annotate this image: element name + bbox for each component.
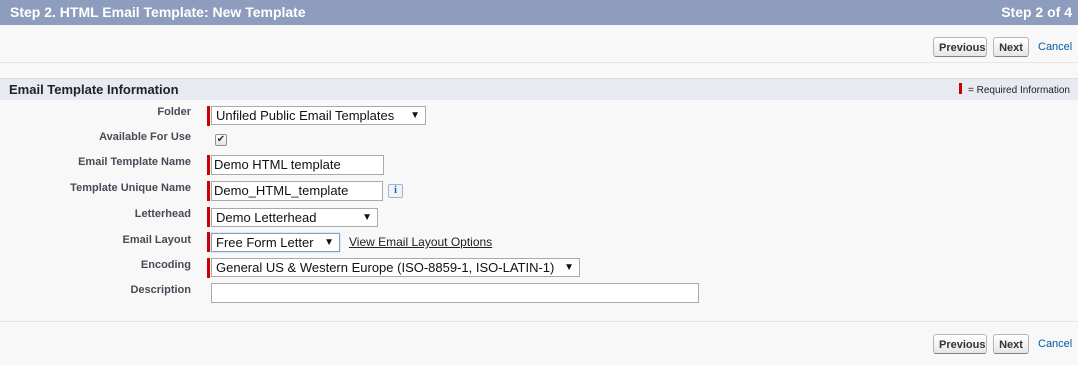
top-button-row: Previous Next Cancel: [0, 26, 1078, 63]
email-layout-select[interactable]: Free Form Letter ▼: [211, 233, 340, 252]
section-header: Email Template Information = Required In…: [0, 78, 1078, 100]
folder-label: Folder: [157, 106, 191, 118]
next-button[interactable]: Next: [993, 334, 1029, 354]
letterhead-select-value: Demo Letterhead: [216, 210, 317, 225]
section-title: Email Template Information: [9, 82, 179, 97]
previous-button[interactable]: Previous: [933, 334, 987, 354]
letterhead-label: Letterhead: [134, 208, 191, 220]
encoding-select-value: General US & Western Europe (ISO-8859-1,…: [216, 260, 555, 275]
chevron-down-icon: ▼: [362, 212, 372, 223]
chevron-down-icon: ▼: [564, 262, 574, 273]
required-marker: [207, 155, 210, 175]
previous-button[interactable]: Previous: [933, 37, 987, 57]
email-layout-select-value: Free Form Letter: [216, 235, 314, 250]
unique-name-label: Template Unique Name: [70, 182, 191, 194]
next-button[interactable]: Next: [993, 37, 1029, 57]
template-name-label: Email Template Name: [78, 156, 191, 168]
bottom-button-row: Previous Next Cancel: [0, 321, 1078, 365]
encoding-label: Encoding: [140, 259, 191, 271]
required-marker-icon: [958, 83, 962, 94]
chevron-down-icon: ▼: [410, 110, 420, 121]
step-indicator: Step 2 of 4: [1001, 4, 1072, 20]
description-label: Description: [130, 284, 191, 296]
chevron-down-icon: ▼: [324, 237, 334, 248]
folder-select[interactable]: Unfiled Public Email Templates ▼: [211, 106, 426, 125]
required-marker: [207, 258, 210, 278]
cancel-link[interactable]: Cancel: [1038, 338, 1072, 350]
page-header: Step 2. HTML Email Template: New Templat…: [0, 0, 1078, 25]
checkmark-icon: ✔: [216, 134, 226, 145]
required-marker: [207, 207, 210, 227]
info-icon[interactable]: i: [388, 184, 403, 198]
required-legend: = Required Information: [958, 83, 1070, 96]
description-input[interactable]: [211, 283, 699, 303]
template-name-input[interactable]: Demo HTML template: [211, 155, 384, 175]
available-label: Available For Use: [99, 131, 191, 143]
encoding-select[interactable]: General US & Western Europe (ISO-8859-1,…: [211, 258, 580, 277]
view-layout-options-link[interactable]: View Email Layout Options: [349, 235, 492, 249]
cancel-link[interactable]: Cancel: [1038, 41, 1072, 53]
required-marker: [207, 232, 210, 252]
unique-name-input[interactable]: Demo_HTML_template: [211, 181, 383, 201]
page-title: Step 2. HTML Email Template: New Templat…: [10, 4, 306, 20]
letterhead-select[interactable]: Demo Letterhead ▼: [211, 208, 378, 227]
available-checkbox[interactable]: ✔: [215, 134, 227, 146]
folder-select-value: Unfiled Public Email Templates: [216, 108, 395, 123]
required-marker: [207, 181, 210, 201]
required-marker: [207, 106, 210, 126]
email-layout-label: Email Layout: [122, 234, 191, 246]
